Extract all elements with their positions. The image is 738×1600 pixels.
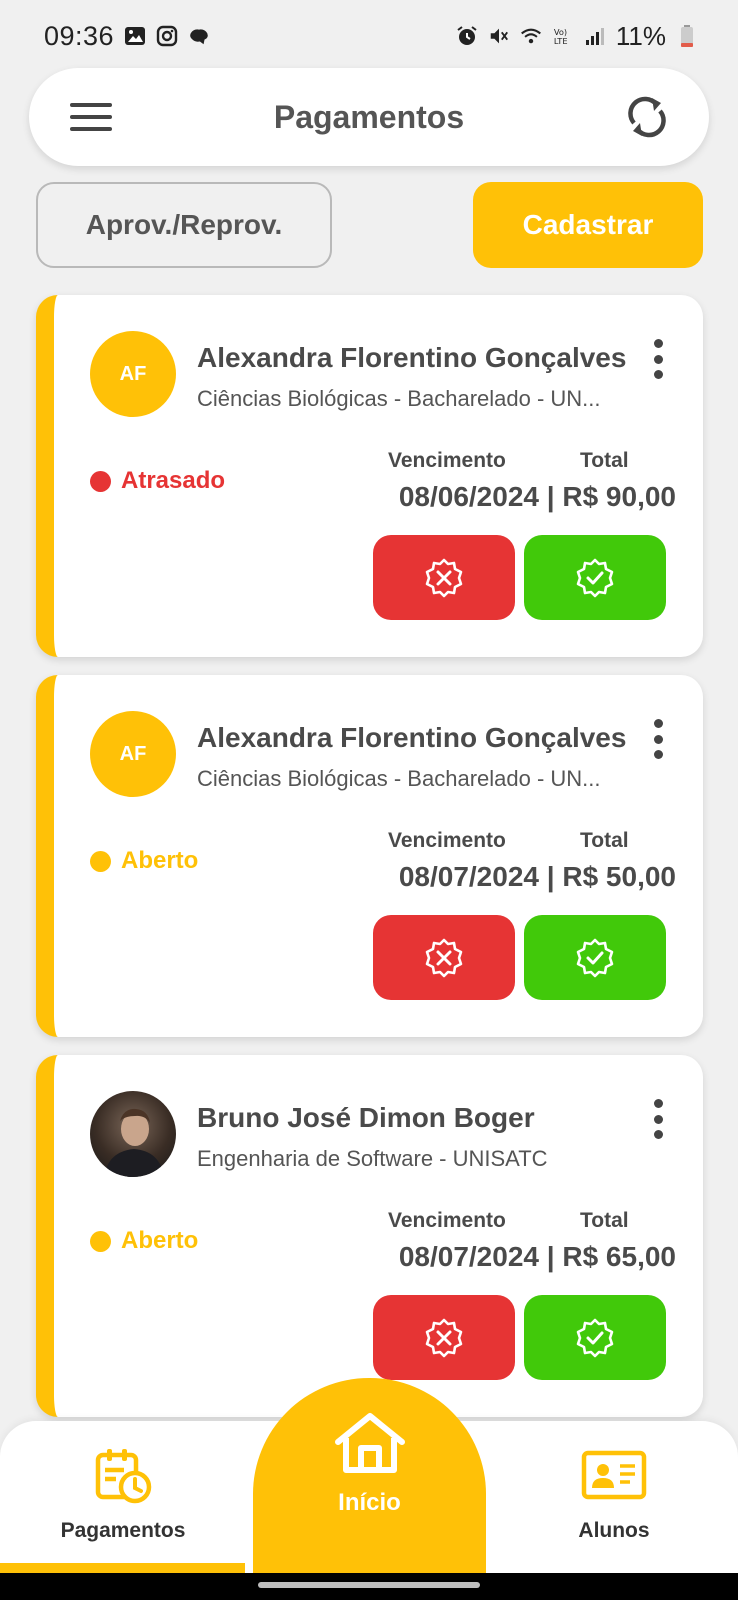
status-badge: Atrasado [90,467,225,495]
wifi-icon [520,25,542,47]
battery-icon [676,25,698,47]
nav-active-indicator [0,1563,245,1573]
system-gesture-bar [0,1573,738,1600]
total-label: Total [580,449,629,472]
student-name: Alexandra Florentino Gonçalves [197,722,627,753]
nav-payments[interactable]: Pagamentos [40,1421,206,1573]
reject-button[interactable] [373,915,515,1000]
nav-home-label: Início [338,1489,401,1516]
approve-badge-icon [576,558,614,597]
due-date-amount: 08/07/2024 | R$ 50,00 [398,861,676,892]
nav-students-label: Alunos [578,1519,650,1542]
refresh-icon[interactable] [625,95,669,139]
status-dot [90,1230,111,1252]
notification-icon [188,25,210,47]
battery-level: 11% [615,20,666,51]
student-id-card-icon [581,1445,647,1505]
profile-photo [104,1108,164,1177]
due-date-amount: 08/07/2024 | R$ 65,00 [398,1241,676,1272]
status-label: Aberto [121,847,199,874]
reject-button[interactable] [373,535,515,620]
status-label: Aberto [121,1227,199,1254]
mute-icon [488,25,510,47]
more-options-icon[interactable] [643,1097,673,1141]
payment-card: AF Alexandra Florentino Gonçalves Ciênci… [36,295,703,657]
clock: 09:36 [44,20,115,51]
instagram-icon [156,25,178,47]
payments-calendar-icon [94,1445,152,1505]
student-name: Bruno José Dimon Boger [197,1102,535,1133]
status-bar: 09:36 Vo) LTE 11% [0,0,738,72]
svg-text:LTE: LTE [554,36,568,46]
approve-reprove-button[interactable]: Aprov./Reprov. [36,182,332,268]
home-gesture-handle[interactable] [258,1582,480,1588]
student-course: Ciências Biológicas - Bacharelado - UN..… [197,766,601,791]
total-label: Total [580,829,629,852]
approve-button[interactable] [524,535,666,620]
due-date-label: Vencimento [388,829,506,852]
home-icon [334,1412,406,1479]
approve-button[interactable] [524,1295,666,1380]
payment-card: Bruno José Dimon Boger Engenharia de Sof… [36,1055,703,1417]
status-badge: Aberto [90,847,198,875]
status-badge: Aberto [90,1227,198,1255]
reject-badge-icon [425,558,463,597]
gallery-icon [124,25,146,47]
alarm-icon [456,25,478,47]
status-label: Atrasado [121,467,226,494]
status-dot [90,850,111,872]
more-options-icon[interactable] [643,717,673,761]
approve-badge-icon [576,1318,614,1357]
register-button[interactable]: Cadastrar [473,182,703,268]
nav-payments-label: Pagamentos [60,1519,186,1542]
page-title: Pagamentos [273,98,465,135]
payment-card: AF Alexandra Florentino Gonçalves Ciênci… [36,675,703,1037]
total-label: Total [580,1209,629,1232]
more-options-icon[interactable] [643,337,673,381]
signal-icon [584,25,606,47]
student-course: Engenharia de Software - UNISATC [197,1146,548,1171]
payment-list: AF Alexandra Florentino Gonçalves Ciênci… [36,295,703,1435]
reject-badge-icon [425,1318,463,1357]
student-course: Ciências Biológicas - Bacharelado - UN..… [197,386,601,411]
approve-button[interactable] [524,915,666,1000]
avatar: AF [90,711,176,797]
reject-badge-icon [425,938,463,977]
approve-badge-icon [576,938,614,977]
avatar: AF [90,331,176,417]
status-dot [90,470,111,492]
nav-students[interactable]: Alunos [531,1421,697,1573]
menu-icon[interactable] [69,95,113,139]
due-date-amount: 08/06/2024 | R$ 90,00 [398,481,676,512]
avatar [90,1091,176,1177]
due-date-label: Vencimento [388,1209,506,1232]
volte-icon: Vo) LTE [552,25,574,47]
app-header: Pagamentos [29,68,709,166]
reject-button[interactable] [373,1295,515,1380]
student-name: Alexandra Florentino Gonçalves [197,342,627,373]
due-date-label: Vencimento [388,449,506,472]
